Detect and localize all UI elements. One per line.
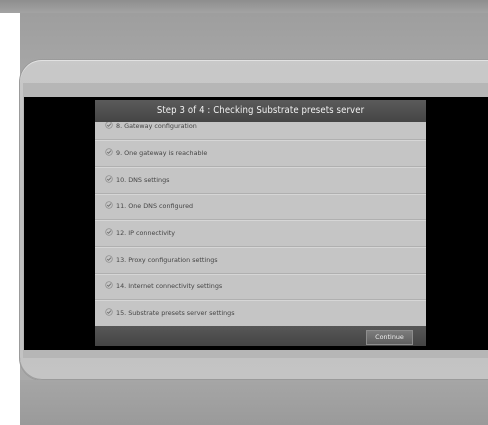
step-label: 12. IP connectivity	[116, 229, 176, 237]
step-row: 14. Internet connectivity settings	[95, 273, 426, 300]
check-icon	[105, 247, 114, 273]
step-row: 11. One DNS configured	[95, 193, 426, 220]
check-icon	[105, 300, 114, 326]
step-list[interactable]: 8. Gateway configuration 9. One gateway …	[95, 122, 426, 326]
step-label: 13. Proxy configuration settings	[116, 256, 218, 264]
check-icon	[105, 220, 114, 246]
connectivity-wizard-dialog: Step 3 of 4 : Checking Substrate presets…	[95, 100, 426, 346]
continue-button[interactable]: Continue	[366, 330, 413, 345]
step-label: 8. Gateway configuration	[116, 122, 197, 130]
check-icon	[105, 193, 114, 219]
step-label: 14. Internet connectivity settings	[116, 282, 223, 290]
step-label: 9. One gateway is reachable	[116, 149, 208, 157]
step-row: 13. Proxy configuration settings	[95, 247, 426, 274]
step-label: 10. DNS settings	[116, 176, 170, 184]
step-row: 10. DNS settings	[95, 167, 426, 194]
dialog-footer: Continue	[95, 326, 426, 346]
step-row: 15. Substrate presets server settings	[95, 300, 426, 326]
step-label: 11. One DNS configured	[116, 202, 194, 210]
step-row: 12. IP connectivity	[95, 220, 426, 247]
check-icon	[105, 122, 114, 139]
step-row: 8. Gateway configuration	[95, 122, 426, 140]
step-row: 9. One gateway is reachable	[95, 140, 426, 167]
check-icon	[105, 140, 114, 166]
dialog-title: Step 3 of 4 : Checking Substrate presets…	[95, 100, 426, 122]
panel-lower-lip	[20, 380, 488, 425]
step-label: 15. Substrate presets server settings	[116, 309, 235, 317]
device-photo: Step 3 of 4 : Checking Substrate presets…	[0, 0, 488, 425]
check-icon	[105, 273, 114, 299]
device-top-edge	[0, 0, 488, 13]
check-icon	[105, 167, 114, 193]
